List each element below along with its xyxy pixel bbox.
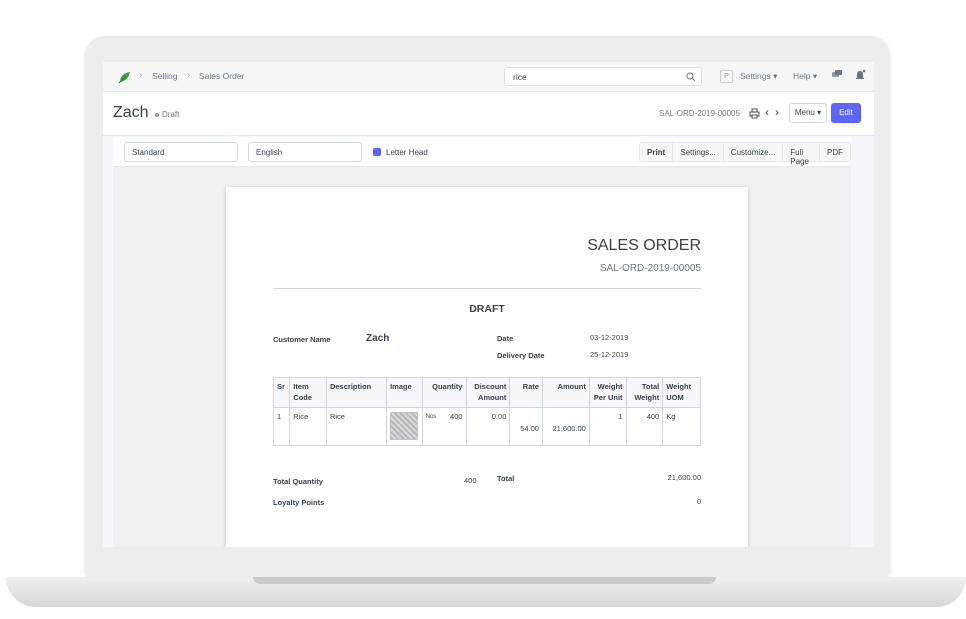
breadcrumb-selling[interactable]: Selling [152, 71, 178, 81]
print-toolbar: Standard English Letter Head Print Setti… [113, 137, 851, 167]
pdf-button[interactable]: PDF [820, 143, 850, 161]
previous-doc-icon[interactable]: ‹ [765, 105, 769, 119]
caret-down-icon: ▾ [817, 108, 822, 117]
quantity-value: 400 [450, 412, 463, 421]
settings-label: Settings [740, 71, 771, 81]
page-head: Zach Draft SAL-ORD-2019-00005 ‹ › Menu ▾… [103, 92, 874, 136]
col-discount-amount: Discount Amount [465, 377, 511, 408]
caret-down-icon: ▾ [812, 71, 818, 81]
help-menu[interactable]: Help ▾ [793, 71, 817, 82]
app-logo-icon[interactable] [117, 69, 133, 85]
col-description: Description [325, 377, 388, 408]
letter-head-checkbox[interactable] [373, 148, 381, 156]
letter-head-label: Letter Head [386, 148, 428, 157]
col-image: Image [386, 377, 423, 408]
col-total-weight: Total Weight [625, 377, 664, 408]
col-quantity: Quantity [421, 377, 467, 408]
print-sheet: SALES ORDER SAL-ORD-2019-00005 DRAFT Cus… [226, 187, 748, 547]
caret-down-icon: ▾ [773, 71, 778, 81]
language-select[interactable]: English [248, 142, 362, 162]
status-indicator: Draft [155, 110, 179, 119]
col-item-code: Item Code [289, 377, 327, 408]
total-label: Total [497, 474, 515, 483]
col-sr: Sr [272, 377, 291, 408]
doc-name: SAL-ORD-2019-00005 [659, 109, 740, 118]
draft-label: DRAFT [469, 303, 505, 315]
navbar: › Selling › Sales Order rice P Settings … [103, 62, 874, 92]
col-rate: Rate [509, 377, 543, 408]
col-weight-per-unit: Weight Per Unit [588, 377, 627, 408]
breadcrumb-sales-order[interactable]: Sales Order [199, 71, 244, 81]
print-button-group: Print Settings... Customize... Full Page… [639, 142, 851, 166]
cell-weight-per-unit: 1 [588, 407, 627, 446]
settings-menu[interactable]: Settings ▾ [740, 71, 777, 82]
laptop-notch [253, 577, 716, 584]
uom-label: Nos [425, 414, 437, 420]
page-title: Zach [113, 104, 149, 121]
edit-button[interactable]: Edit [831, 103, 861, 123]
next-doc-icon[interactable]: › [775, 105, 779, 119]
col-amount: Amount [541, 377, 590, 408]
cell-item-code: Rice [289, 407, 327, 446]
total-value: 21,600.00 [667, 473, 701, 482]
cell-rate: 54.00 [509, 407, 543, 446]
cell-image [386, 407, 423, 446]
print-settings-button[interactable]: Settings... [673, 143, 724, 161]
chevron-right-icon: › [187, 70, 191, 81]
app-screen: › Selling › Sales Order rice P Settings … [103, 62, 874, 547]
status-label: Draft [162, 110, 180, 119]
customize-button[interactable]: Customize... [724, 143, 784, 161]
cell-discount-amount: 0.00 [465, 407, 511, 446]
col-weight-uom: Weight UOM [662, 377, 701, 408]
avatar[interactable]: P [720, 70, 733, 83]
menu-label: Menu [794, 108, 815, 117]
cell-amount: 21,600.00 [541, 407, 590, 446]
print-format-select[interactable]: Standard [124, 142, 238, 162]
full-page-button[interactable]: Full Page [783, 143, 820, 166]
table-header-row: Sr Item Code Description Image Quantity … [272, 377, 701, 408]
table-row: 1 Rice Rice Nos 400 0.00 54.00 21,600.00 … [272, 407, 701, 446]
search-value: rice [513, 72, 527, 82]
chat-icon[interactable] [831, 69, 843, 81]
total-quantity-label: Total Quantity [273, 477, 323, 486]
delivery-date-value: 25-12-2019 [590, 350, 629, 359]
cell-sr: 1 [272, 407, 291, 446]
loyalty-points-value: 0 [696, 497, 701, 506]
cell-description: Rice [325, 407, 388, 446]
date-value: 03-12-2019 [590, 333, 629, 342]
print-icon[interactable] [749, 108, 760, 119]
items-table: Sr Item Code Description Image Quantity … [272, 377, 701, 446]
chevron-right-icon: › [139, 70, 143, 81]
delivery-date-label: Delivery Date [497, 351, 545, 360]
cell-total-weight: 400 [625, 407, 664, 446]
customer-name-value: Zach [366, 333, 390, 344]
doc-heading: SALES ORDER [587, 237, 701, 254]
cell-quantity: Nos 400 [421, 407, 467, 446]
notification-bell-icon[interactable] [854, 69, 866, 81]
doc-number: SAL-ORD-2019-00005 [599, 263, 701, 274]
item-image [390, 412, 419, 440]
customer-name-label: Customer Name [273, 335, 331, 344]
print-button[interactable]: Print [640, 143, 674, 161]
search-input[interactable]: rice [504, 67, 702, 86]
date-label: Date [497, 334, 514, 343]
total-quantity-value: 400 [464, 476, 477, 485]
loyalty-points-label: Loyalty Points [273, 498, 325, 507]
status-dot [155, 112, 159, 117]
search-icon [686, 72, 696, 82]
help-label: Help [793, 71, 811, 81]
divider [273, 288, 701, 289]
menu-button[interactable]: Menu ▾ [789, 103, 827, 123]
cell-weight-uom: Kg [662, 407, 701, 446]
print-preview: SALES ORDER SAL-ORD-2019-00005 DRAFT Cus… [113, 167, 851, 547]
